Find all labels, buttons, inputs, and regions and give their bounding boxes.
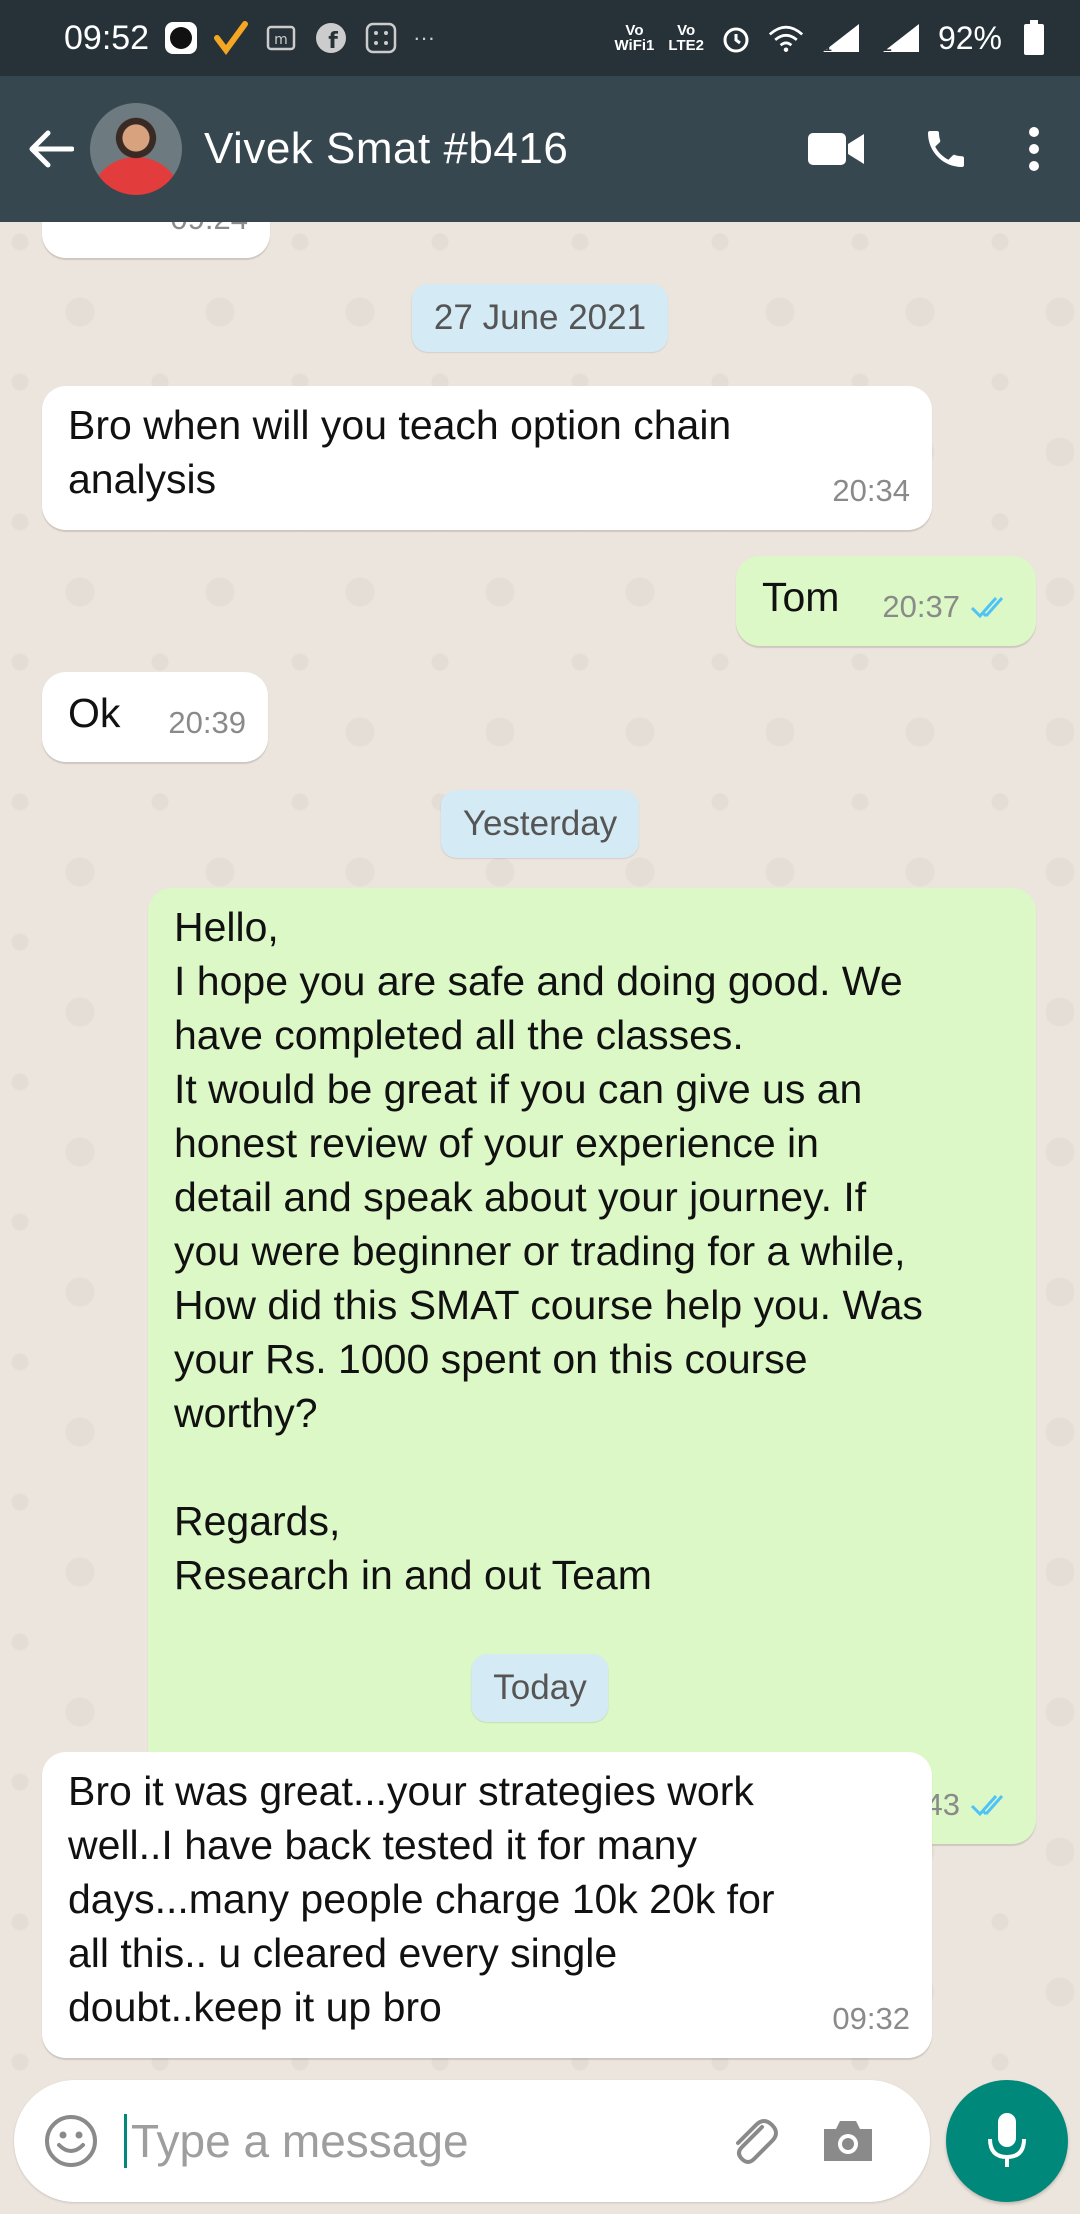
message-text: Bro it was great...your strategies work …	[68, 1768, 775, 2030]
message-time-label: 20:34	[832, 473, 910, 508]
attach-button[interactable]	[724, 2113, 780, 2169]
calculator-notification-icon	[363, 20, 399, 56]
svg-text:f: f	[328, 29, 338, 54]
signal-sim2-icon: 2	[878, 20, 924, 56]
sim1-label: 1	[823, 38, 832, 54]
message-time: 09:24	[170, 222, 248, 246]
voice-message-button[interactable]	[946, 2080, 1068, 2202]
message-input[interactable]	[124, 2114, 684, 2168]
chat-header: Vivek Smat #b416	[0, 76, 1080, 222]
camera-button[interactable]	[820, 2117, 876, 2165]
contact-name[interactable]: Vivek Smat #b416	[204, 124, 568, 174]
date-separator: Today	[471, 1654, 609, 1722]
microphone-icon	[988, 2113, 1026, 2167]
message-text: Hello, I hope you are safe and doing goo…	[174, 904, 923, 1598]
message-list[interactable]: Ok 09:24 27 June 2021 Bro when will you …	[0, 222, 1080, 2080]
status-time: 09:52	[64, 18, 150, 57]
message-time: 09:32	[832, 1992, 910, 2046]
phone-icon	[928, 131, 964, 167]
video-camera-icon	[808, 133, 864, 165]
paperclip-icon	[736, 2119, 778, 2164]
message-time-label: 20:39	[168, 705, 246, 740]
more-notifications-indicator: ···	[413, 25, 436, 50]
message-text: Ok	[68, 690, 121, 736]
emoji-button[interactable]	[40, 2110, 102, 2172]
voice-call-button[interactable]	[922, 125, 970, 173]
message-text: Ok	[68, 222, 120, 234]
camera-icon	[824, 2121, 872, 2161]
contact-avatar[interactable]	[90, 103, 182, 195]
battery-percent: 92%	[937, 19, 1002, 56]
volte-indicator: Vo LTE2	[668, 22, 704, 54]
message-incoming[interactable]: Bro when will you teach option chain ana…	[42, 386, 932, 530]
alarm-icon	[718, 20, 754, 56]
checkmark-notification-icon	[213, 20, 249, 56]
facebook-notification-icon: f	[313, 20, 349, 56]
wifi-icon	[768, 20, 804, 56]
read-ticks-icon	[970, 597, 1004, 619]
messenger-notification-icon: m	[263, 20, 299, 56]
date-separator: Yesterday	[440, 790, 640, 858]
vowifi-indicator: Vo WiFi1	[614, 22, 655, 54]
date-separator: 27 June 2021	[411, 284, 669, 352]
more-options-button[interactable]	[1028, 126, 1040, 172]
app-notification-icon	[163, 20, 199, 56]
message-time: 20:34	[832, 464, 910, 518]
sim2-label: 2	[883, 38, 892, 54]
arrow-left-icon	[29, 130, 74, 168]
back-button[interactable]	[20, 109, 82, 189]
message-incoming-partial[interactable]: Ok 09:24	[42, 222, 270, 258]
smiley-icon	[45, 2115, 97, 2167]
status-bar: 09:52 m f ··· Vo WiFi1 Vo LTE2 1 2 92%	[0, 0, 1080, 76]
message-time-label: 20:37	[882, 589, 960, 624]
message-time: 20:39	[168, 696, 246, 750]
video-call-button[interactable]	[808, 131, 864, 167]
message-text: Tom	[762, 574, 840, 620]
read-ticks-icon	[970, 1795, 1004, 1817]
message-text: Bro when will you teach option chain ana…	[68, 402, 732, 502]
message-incoming[interactable]: Ok 20:39	[42, 672, 268, 762]
message-composer	[14, 2080, 930, 2202]
kebab-menu-icon	[1029, 127, 1039, 171]
battery-icon	[1016, 20, 1052, 56]
message-meta: 20:37	[882, 580, 1014, 634]
message-outgoing[interactable]: Tom 20:37	[736, 556, 1036, 646]
message-incoming[interactable]: Bro it was great...your strategies work …	[42, 1752, 932, 2058]
message-time-label: 09:32	[832, 2001, 910, 2036]
signal-sim1-icon: 1	[818, 20, 864, 56]
svg-text:m: m	[274, 32, 288, 48]
